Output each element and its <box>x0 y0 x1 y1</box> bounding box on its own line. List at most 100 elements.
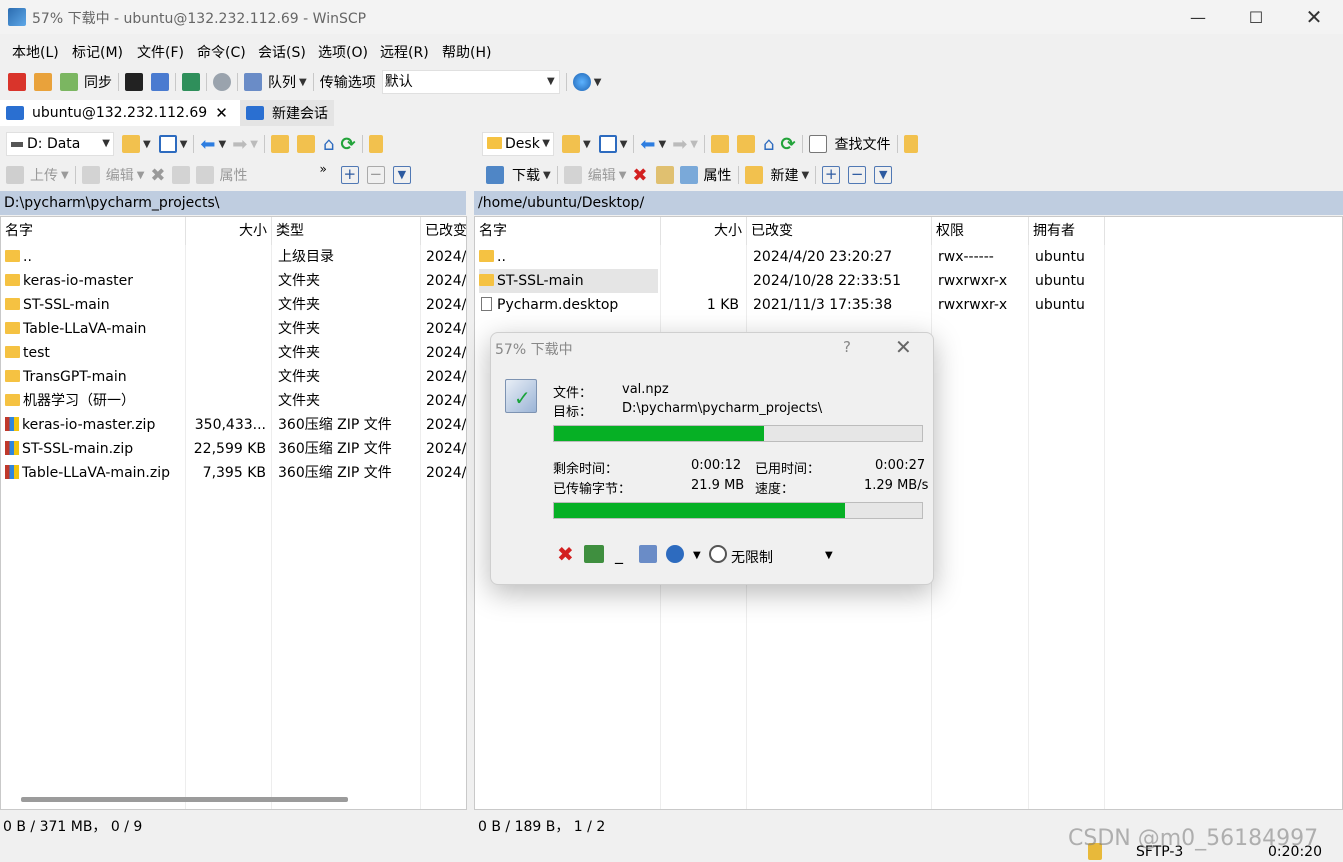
close-button[interactable]: ✕ <box>1285 0 1343 34</box>
open-folder-icon[interactable] <box>122 135 140 153</box>
edit-icon[interactable] <box>81 166 100 184</box>
transfer-preset-select[interactable]: 默认 ▼ <box>381 70 560 94</box>
table-row[interactable]: .. 上级目录 2024/ <box>1 245 466 269</box>
menu-commands[interactable]: 命令(C) <box>197 42 246 62</box>
menu-local[interactable]: 本地(L) <box>12 42 59 62</box>
local-col-changed[interactable]: 已改变 <box>421 217 466 245</box>
root-dir-icon[interactable] <box>737 135 755 153</box>
table-row[interactable]: ST-SSL-main 文件夹 2024/ <box>1 293 466 317</box>
queue-icon[interactable] <box>244 73 262 91</box>
remote-col-rights[interactable]: 权限 <box>932 217 1029 245</box>
local-path-bar[interactable]: D:\pycharm\pycharm_projects\ <box>0 191 466 215</box>
properties-icon[interactable] <box>195 166 214 184</box>
copy-queue-icon[interactable] <box>639 545 657 563</box>
chevron-down-icon[interactable]: ▼ <box>594 77 602 88</box>
local-col-size[interactable]: 大小 <box>186 217 272 245</box>
table-row[interactable]: Table-LLaVA-main 文件夹 2024/ <box>1 317 466 341</box>
tab-new-session[interactable]: 新建会话 <box>240 100 334 126</box>
dialog-close-button[interactable]: ✕ <box>895 335 912 359</box>
home-icon[interactable]: ⌂ <box>323 134 334 155</box>
select-filter-icon[interactable]: ▼ <box>874 166 893 184</box>
gear-icon[interactable] <box>213 73 231 91</box>
tree-icon[interactable] <box>903 135 918 153</box>
table-row[interactable]: ST-SSL-main.zip 22,599 KB 360压缩 ZIP 文件 2024… <box>1 437 466 461</box>
table-row[interactable]: test 文件夹 2024/ <box>1 341 466 365</box>
speed-limit-value[interactable]: 无限制 <box>731 547 773 567</box>
menu-mark[interactable]: 标记(M) <box>72 42 123 62</box>
parent-dir-icon[interactable] <box>711 135 729 153</box>
upload-icon[interactable] <box>6 166 24 184</box>
find-files-icon[interactable] <box>808 135 827 153</box>
back-arrow-icon[interactable]: ⬅ <box>200 134 215 155</box>
remote-col-name[interactable]: 名字 <box>475 217 661 245</box>
table-row[interactable]: TransGPT-main 文件夹 2024/ <box>1 365 466 389</box>
rename-icon[interactable] <box>655 166 674 184</box>
menu-options[interactable]: 选项(O) <box>318 42 368 62</box>
download-icon[interactable] <box>486 166 504 184</box>
table-row[interactable]: keras-io-master 文件夹 2024/ <box>1 269 466 293</box>
parent-dir-icon[interactable] <box>271 135 289 153</box>
delete-icon[interactable]: ✖ <box>632 165 647 186</box>
upload-button[interactable]: 上传 <box>30 165 58 185</box>
remote-path-bar[interactable]: /home/ubuntu/Desktop/ <box>474 191 1343 215</box>
plus-icon[interactable]: + <box>822 166 841 184</box>
tab-session[interactable]: ubuntu@132.232.112.69 ✕ <box>0 100 244 126</box>
remote-col-size[interactable]: 大小 <box>661 217 747 245</box>
forward-arrow-icon[interactable]: ➡ <box>672 134 687 155</box>
keep-remote-up-to-date-icon[interactable] <box>182 73 200 91</box>
plus-icon[interactable]: + <box>340 166 359 184</box>
tree-icon[interactable] <box>368 135 383 153</box>
rename-icon[interactable] <box>171 166 190 184</box>
forward-arrow-icon[interactable]: ➡ <box>232 134 247 155</box>
find-files-button[interactable]: 查找文件 <box>835 134 891 154</box>
help-button[interactable]: ? <box>843 338 851 356</box>
compare-icon[interactable] <box>8 73 26 91</box>
menu-remote[interactable]: 远程(R) <box>380 42 429 62</box>
close-icon[interactable]: ✕ <box>215 104 228 122</box>
filter-icon[interactable] <box>598 135 617 153</box>
refresh-icon[interactable]: ⟳ <box>780 134 795 155</box>
remote-col-changed[interactable]: 已改变 <box>747 217 932 245</box>
new-folder-icon[interactable] <box>744 166 763 184</box>
more-chevron-icon[interactable]: » <box>320 162 327 176</box>
local-col-type[interactable]: 类型 <box>272 217 421 245</box>
table-row[interactable]: Table-LLaVA-main.zip 7,395 KB 360压缩 ZIP 文件… <box>1 461 466 485</box>
horizontal-scrollbar[interactable] <box>21 797 348 802</box>
minimize-button[interactable]: — <box>1169 0 1227 34</box>
new-button[interactable]: 新建 <box>771 165 799 185</box>
minimize-dialog-icon[interactable]: _ <box>615 545 623 564</box>
edit-button[interactable]: 编辑 <box>106 165 134 185</box>
cancel-transfer-icon[interactable]: ✖ <box>557 542 574 566</box>
download-button[interactable]: 下载 <box>512 165 540 185</box>
delete-icon[interactable]: ✖ <box>150 165 165 186</box>
properties-icon[interactable] <box>679 166 698 184</box>
table-row[interactable]: Pycharm.desktop 1 KB 2021/11/3 17:35:38 rwx… <box>475 293 1342 317</box>
putty-icon[interactable] <box>151 73 169 91</box>
terminal-icon[interactable] <box>125 73 143 91</box>
select-filter-icon[interactable]: ▼ <box>392 166 411 184</box>
remote-col-owner[interactable]: 拥有者 <box>1029 217 1105 245</box>
table-row[interactable]: keras-io-master.zip 350,433... 360压缩 ZIP 文… <box>1 413 466 437</box>
refresh-icon[interactable]: ⟳ <box>340 134 355 155</box>
edit-button[interactable]: 编辑 <box>588 165 616 185</box>
menu-help[interactable]: 帮助(H) <box>442 42 491 62</box>
back-arrow-icon[interactable]: ⬅ <box>640 134 655 155</box>
home-icon[interactable]: ⌂ <box>763 134 774 155</box>
minus-icon[interactable]: − <box>848 166 867 184</box>
sync-icon[interactable] <box>60 73 78 91</box>
table-row[interactable]: ST-SSL-main 2024/10/28 22:33:51 rwxrwxr-x u… <box>475 269 1342 293</box>
chevron-down-icon[interactable]: ▼ <box>693 550 701 561</box>
maximize-button[interactable]: ☐ <box>1227 0 1285 34</box>
drive-select[interactable]: D: Data ▼ <box>6 132 114 156</box>
edit-icon[interactable] <box>563 166 582 184</box>
properties-button[interactable]: 属性 <box>704 165 732 185</box>
table-row[interactable]: 机器学习（研一） 文件夹 2024/ <box>1 389 466 413</box>
chevron-down-icon[interactable]: ▼ <box>299 77 307 88</box>
remote-dir-select[interactable]: Desk ▼ <box>482 132 554 156</box>
menu-file[interactable]: 文件(F) <box>137 42 184 62</box>
synchronize-browse-icon[interactable] <box>34 73 52 91</box>
root-dir-icon[interactable] <box>297 135 315 153</box>
globe-icon[interactable] <box>572 73 591 91</box>
properties-button[interactable]: 属性 <box>220 165 248 185</box>
open-folder-icon[interactable] <box>562 135 580 153</box>
